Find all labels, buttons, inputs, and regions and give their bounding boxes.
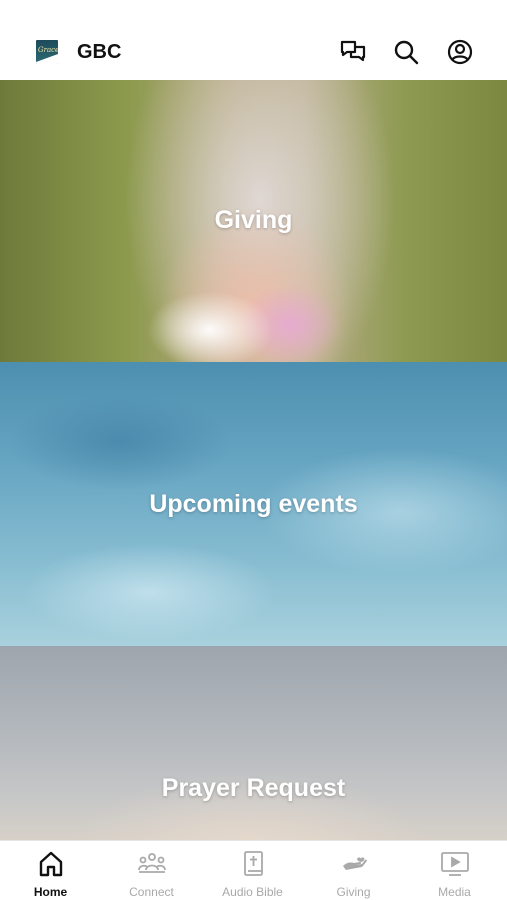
tab-giving-label: Giving: [336, 885, 371, 899]
tab-audio-bible[interactable]: Audio Bible: [202, 841, 303, 900]
tab-home-label: Home: [33, 885, 68, 899]
church-logo[interactable]: Grace: [36, 40, 58, 64]
bottom-tab-bar: Home Connect Audio Bible Giving Media: [0, 840, 507, 900]
media-play-icon: [440, 849, 470, 879]
profile-icon[interactable]: [446, 38, 474, 66]
logo-text: Grace: [38, 46, 58, 54]
tab-connect-label: Connect: [129, 885, 174, 899]
tab-audio-bible-label: Audio Bible: [222, 885, 283, 899]
tab-connect[interactable]: Connect: [101, 841, 202, 900]
app-title: GBC: [77, 41, 122, 63]
bible-icon: [238, 849, 268, 879]
tab-media[interactable]: Media: [404, 841, 505, 900]
app-header: Grace GBC: [0, 0, 507, 80]
home-icon: [36, 849, 66, 879]
tab-media-label: Media: [438, 885, 471, 899]
giving-card-title: Giving: [214, 206, 293, 234]
giving-hand-icon: [339, 849, 369, 879]
prayer-request-card[interactable]: Prayer Request: [0, 646, 507, 840]
upcoming-events-card-title: Upcoming events: [149, 490, 358, 518]
prayer-request-card-title: Prayer Request: [161, 774, 346, 802]
people-icon: [137, 849, 167, 879]
tab-giving[interactable]: Giving: [303, 841, 404, 900]
tab-home[interactable]: Home: [0, 841, 101, 900]
search-icon[interactable]: [392, 38, 420, 66]
chat-icon[interactable]: [339, 38, 367, 66]
upcoming-events-card[interactable]: Upcoming events: [0, 362, 507, 646]
giving-card[interactable]: Giving: [0, 80, 507, 362]
